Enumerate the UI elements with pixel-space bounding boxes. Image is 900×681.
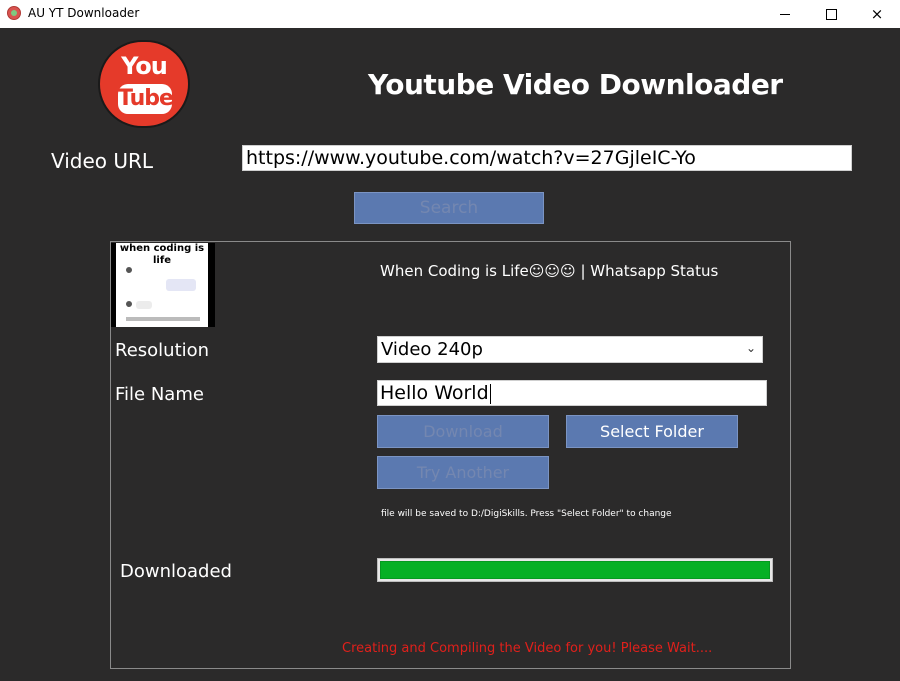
- resolution-selected-value: Video 240p: [381, 339, 483, 360]
- thumbnail-content: when coding is life: [116, 243, 208, 327]
- maximize-icon: [825, 9, 837, 20]
- video-thumbnail: when coding is life: [111, 243, 215, 327]
- file-name-label: File Name: [115, 384, 204, 405]
- download-button[interactable]: Download: [377, 415, 549, 448]
- video-title: When Coding is Life☺☺☺ | Whatsapp Status: [380, 262, 719, 280]
- search-button[interactable]: Search: [354, 192, 544, 224]
- download-progress-fill: [380, 561, 770, 579]
- select-folder-button[interactable]: Select Folder: [566, 415, 738, 448]
- app-icon: [7, 6, 21, 20]
- maximize-button[interactable]: [808, 0, 854, 28]
- thumbnail-input-bar: [126, 317, 200, 321]
- logo-text-tube: Tube: [118, 84, 174, 114]
- youtube-logo: You Tube: [98, 40, 190, 128]
- video-url-input[interactable]: https://www.youtube.com/watch?v=27GjleIC…: [242, 145, 852, 171]
- page-title: Youtube Video Downloader: [368, 68, 783, 101]
- resolution-select[interactable]: Video 240p ⌄: [377, 336, 763, 363]
- logo-text-you: You: [121, 52, 168, 80]
- file-name-input[interactable]: Hello World: [377, 380, 767, 406]
- text-caret: [489, 383, 491, 404]
- thumbnail-bubble: [166, 279, 196, 291]
- file-name-value: Hello World: [380, 382, 489, 404]
- download-progress-bar: [377, 558, 773, 582]
- thumbnail-avatar: [126, 267, 132, 273]
- chevron-down-icon: ⌄: [745, 341, 756, 355]
- close-button[interactable]: ×: [854, 0, 900, 28]
- thumbnail-text: when coding is life: [119, 243, 205, 266]
- window-title: AU YT Downloader: [28, 6, 140, 20]
- downloaded-label: Downloaded: [120, 561, 232, 582]
- thumbnail-avatar: [126, 301, 132, 307]
- save-location-note: file will be saved to D:/DigiSkills. Pre…: [381, 509, 672, 519]
- minimize-button[interactable]: [762, 0, 808, 28]
- resolution-label: Resolution: [115, 340, 210, 361]
- title-bar: AU YT Downloader ×: [0, 0, 900, 28]
- try-another-button[interactable]: Try Another: [377, 456, 549, 489]
- thumbnail-bubble: [136, 301, 152, 309]
- video-url-label: Video URL: [51, 149, 154, 173]
- close-icon: ×: [870, 5, 884, 23]
- minimize-icon: [780, 14, 790, 15]
- status-message: Creating and Compiling the Video for you…: [342, 641, 713, 656]
